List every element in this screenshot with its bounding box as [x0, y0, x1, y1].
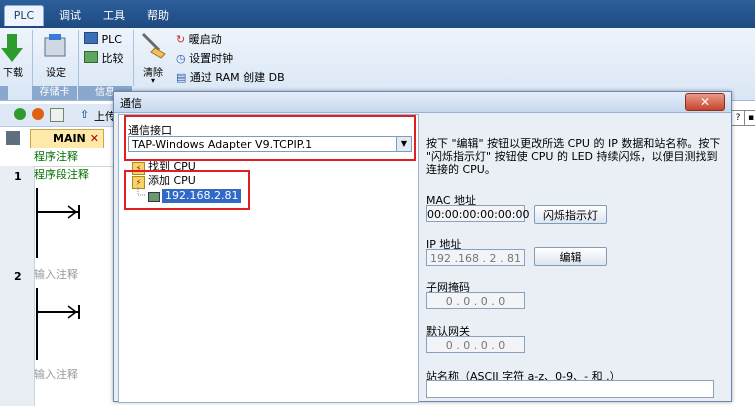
program-comment[interactable]: 程序注释	[34, 148, 114, 167]
ladder-editor[interactable]: 程序注释 1 程序段注释 2 输入注释 输入注释	[0, 148, 114, 406]
tab-help[interactable]: 帮助	[140, 6, 176, 26]
dialog-title-bar[interactable]: 通信 ✕	[114, 92, 731, 113]
warm-start-icon: ↻	[176, 33, 186, 46]
blink-led-label: 闪烁指示灯	[543, 209, 598, 222]
tab-main[interactable]: MAIN ✕	[30, 129, 104, 149]
set-clock-button[interactable]: ◷ 设置时钟	[176, 50, 286, 66]
compare-button[interactable]: 比较	[84, 50, 130, 66]
plc-info-button[interactable]: PLC	[84, 32, 130, 48]
tab-tools[interactable]: 工具	[96, 6, 132, 26]
rung-3-comment[interactable]: 输入注释	[34, 366, 114, 384]
station-name-input[interactable]	[426, 380, 714, 398]
memory-card-icon	[44, 34, 66, 57]
eraser-icon	[141, 32, 166, 59]
download-button[interactable]: 下载	[0, 30, 26, 86]
ip-value: 192 .168 . 2 . 81	[430, 252, 521, 265]
run-icon[interactable]	[14, 108, 26, 120]
tab-debug[interactable]: 调试	[52, 6, 88, 26]
editor-toolbar: ⇧ 上传	[0, 104, 120, 127]
create-db-label: 通过 RAM 创建 DB	[189, 71, 285, 84]
rung-1-label: 1	[14, 170, 22, 183]
rung-1-arrow-icon	[67, 205, 78, 219]
clock-icon: ◷	[176, 52, 186, 65]
plc-icon	[84, 32, 98, 44]
settings-button[interactable]: 设定	[38, 30, 74, 86]
ip-field[interactable]: 192 .168 . 2 . 81	[426, 249, 525, 266]
rung-1-comment[interactable]: 程序段注释	[34, 166, 114, 184]
communication-dialog: 通信 ✕ 通信接口 TAP-Windows Adapter V9.TCPIP.1…	[113, 91, 732, 403]
plc-label: PLC	[101, 33, 122, 46]
upload-arrow-icon[interactable]: ⇧	[80, 108, 89, 121]
rung-3-number	[0, 366, 35, 406]
compare-label: 比较	[101, 52, 124, 65]
side-tool-icon[interactable]: ▪	[744, 110, 755, 126]
create-db-button[interactable]: ▤ 通过 RAM 创建 DB	[176, 69, 286, 85]
download-label: 下载	[3, 68, 23, 79]
edit-button[interactable]: 编辑	[534, 247, 607, 266]
clear-dropdown-icon[interactable]: ▾	[138, 76, 168, 85]
mac-field: 00:00:00:00:00:00	[426, 205, 530, 222]
rung-1-number: 1	[0, 166, 35, 266]
download-arrow-icon	[1, 34, 23, 62]
tab-scroll-icon[interactable]	[6, 131, 20, 145]
gateway-value: 0 . 0 . 0 . 0	[445, 339, 506, 352]
tab-main-label: MAIN	[53, 132, 86, 145]
mac-value: 00:00:00:00:00:00	[427, 208, 530, 221]
database-icon: ▤	[176, 71, 187, 84]
close-tab-icon[interactable]: ✕	[90, 130, 99, 148]
instruction-text: 按下 "编辑" 按钮以更改所选 CPU 的 IP 数据和站名称。按下 "闪烁指示…	[426, 137, 721, 176]
rung-2-number: 2	[0, 266, 35, 366]
power-rail-2	[36, 288, 38, 360]
subnet-field[interactable]: 0 . 0 . 0 . 0	[426, 292, 525, 309]
group-label-edge	[0, 86, 8, 100]
subnet-value: 0 . 0 . 0 . 0	[445, 295, 506, 308]
edit-label: 编辑	[559, 251, 582, 264]
dialog-title: 通信	[120, 97, 142, 110]
settings-label: 设定	[46, 68, 66, 79]
warm-start-label: 暖启动	[188, 33, 222, 46]
set-clock-label: 设置时钟	[189, 52, 234, 65]
blink-led-button[interactable]: 闪烁指示灯	[534, 205, 607, 224]
tab-plc[interactable]: PLC	[4, 5, 44, 26]
close-icon: ✕	[699, 95, 711, 109]
dialog-close-button[interactable]: ✕	[685, 93, 725, 111]
power-rail	[36, 188, 38, 258]
compile-icon[interactable]	[50, 108, 64, 122]
rung-2-arrow-icon	[67, 305, 78, 319]
compare-icon	[84, 51, 98, 63]
ribbon-tab-bar: PLC 调试 工具 帮助	[0, 0, 755, 28]
warm-start-button[interactable]: ↻ 暖启动	[176, 31, 286, 47]
stop-icon[interactable]	[32, 108, 44, 120]
side-edit-icon[interactable]: ?	[731, 110, 745, 126]
clear-button[interactable]: 清除 ▾	[138, 30, 168, 86]
rung-2-comment[interactable]: 输入注释	[34, 266, 114, 284]
highlight-box-cpu	[124, 170, 250, 210]
gateway-field[interactable]: 0 . 0 . 0 . 0	[426, 336, 525, 353]
highlight-box-interface	[124, 115, 416, 161]
memory-card-group-label: 存储卡	[32, 86, 77, 100]
rung-2-label: 2	[14, 270, 22, 283]
